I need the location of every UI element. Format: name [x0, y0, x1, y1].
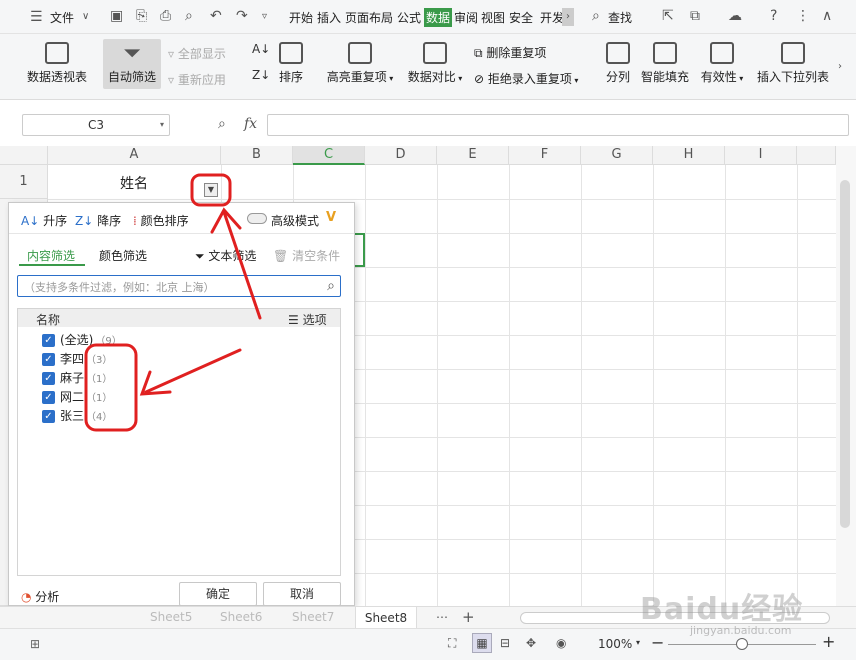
annotation-arrow-left [139, 348, 242, 396]
fullscreen-icon[interactable]: ⛶ [448, 636, 456, 651]
zoom-slider-handle[interactable] [736, 638, 748, 650]
eye-protection-icon[interactable]: ◉ [556, 636, 566, 650]
chevron-down-icon[interactable]: ▾ [636, 638, 640, 647]
more-sheets-icon[interactable]: ⋯ [436, 610, 448, 624]
sheet-tab[interactable]: Sheet6 [220, 610, 262, 624]
page-break-icon[interactable]: ⊟ [500, 636, 510, 650]
normal-view-icon[interactable]: ▦ [472, 633, 492, 653]
watermark-logo: Baidu经验 [640, 592, 804, 627]
annotation-arrow-up [210, 207, 262, 320]
reading-mode-icon[interactable]: ✥ [526, 636, 536, 650]
annotation-box-dropdown [190, 173, 232, 207]
zoom-level[interactable]: 100% [598, 637, 632, 651]
annotation-overlay [84, 173, 262, 432]
sheet-tab[interactable]: Sheet5 [150, 610, 192, 624]
annotation-box-counts [84, 343, 138, 432]
macro-icon[interactable]: ⊞ [30, 637, 40, 651]
sheet-tab[interactable]: Sheet7 [292, 610, 334, 624]
watermark-url: jingyan.baidu.com [690, 624, 792, 637]
sheet-tab-active[interactable]: Sheet8 [355, 607, 417, 629]
zoom-out-icon[interactable]: − [651, 633, 664, 652]
zoom-in-icon[interactable]: + [822, 632, 835, 651]
add-sheet-icon[interactable]: + [462, 608, 475, 626]
